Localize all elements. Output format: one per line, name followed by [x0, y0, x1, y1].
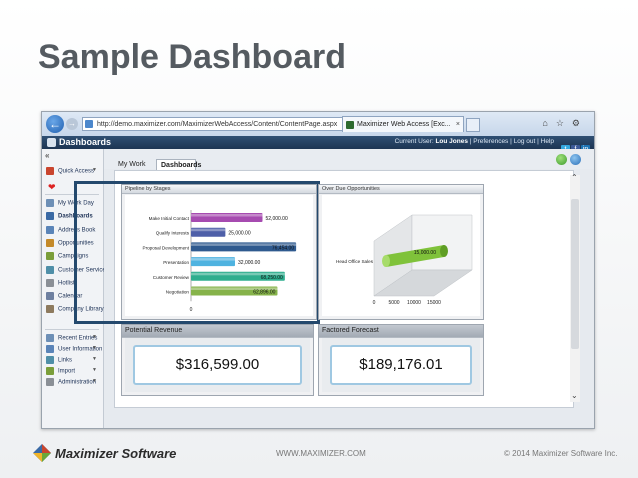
- footer-brand: Maximizer Software: [55, 446, 177, 461]
- forward-arrow-icon[interactable]: →: [66, 118, 78, 130]
- x-tick-label: 5000: [388, 300, 399, 306]
- sidebar-item-user-information[interactable]: User Information ▼: [46, 345, 102, 353]
- panel-title: Factored Forecast: [319, 325, 483, 338]
- bar-start-cap: [382, 255, 390, 267]
- overdue-3d-bar-chart: Head Office Sales 15,000.00 0 5000 10000 1500…: [336, 214, 473, 306]
- nav-icon: [46, 367, 54, 375]
- preferences-link[interactable]: Preferences: [473, 138, 508, 145]
- overdue-panel[interactable]: Over Due Opportunities Head Office Sales…: [318, 184, 484, 320]
- current-user-label: Current User:: [394, 138, 434, 145]
- header-links: Current User: Lou Jones | Preferences | …: [394, 138, 554, 145]
- nav-icon: [46, 212, 54, 221]
- nav-icon: [46, 265, 54, 274]
- sidebar-item-label: Administration: [58, 379, 97, 386]
- nav-icon: [46, 345, 54, 353]
- quick-access-menu[interactable]: Quick Access ▼: [46, 167, 97, 175]
- star-icon[interactable]: ☆: [556, 118, 572, 128]
- potential-revenue-panel[interactable]: Potential Revenue $316,599.00: [121, 324, 314, 396]
- nav-icon: [46, 225, 54, 234]
- browser-tool-icons: ⌂☆⚙: [542, 118, 588, 129]
- chevron-down-icon: ▼: [92, 167, 97, 173]
- sidebar-item-recent-entries[interactable]: Recent Entries ▼: [46, 334, 97, 342]
- vertical-scrollbar[interactable]: ⌃ ⌄: [570, 173, 580, 402]
- chevron-down-icon: ▼: [92, 367, 97, 373]
- sidebar-item-import[interactable]: Import ▼: [46, 367, 97, 375]
- address-bar[interactable]: http://demo.maximizer.com/MaximizerWebAc…: [82, 117, 378, 131]
- app-header: Dashboards Current User: Lou Jones | Pre…: [42, 136, 594, 154]
- selected-panel-outline: [74, 181, 320, 324]
- heart-icon[interactable]: ❤: [48, 182, 56, 193]
- collapse-sidebar-icon[interactable]: «: [45, 151, 49, 160]
- dashboard-tabs: My Work Day Dashboards: [104, 149, 594, 179]
- footer-url[interactable]: WWW.MAXIMIZER.COM: [276, 449, 366, 458]
- factored-forecast-panel[interactable]: Factored Forecast $189,176.01: [318, 324, 484, 396]
- browser-tab[interactable]: Maximizer Web Access [Exc... ×: [342, 116, 464, 132]
- panel-title: Potential Revenue: [122, 325, 313, 338]
- sidebar-item-administration[interactable]: Administration ▼: [46, 378, 97, 386]
- app-logo-icon: [47, 138, 56, 147]
- nav-icon: [46, 278, 54, 287]
- chevron-down-icon: ▼: [92, 334, 97, 340]
- help-icon[interactable]: [570, 154, 581, 165]
- help-link[interactable]: Help: [541, 138, 554, 145]
- gear-icon[interactable]: ⚙: [572, 118, 588, 128]
- nav-icon: [46, 252, 54, 261]
- panel-title: Over Due Opportunities: [319, 185, 483, 194]
- nav-icon: [46, 238, 54, 247]
- nav-icon: [46, 356, 54, 364]
- browser-tab-title: Maximizer Web Access [Exc...: [357, 121, 451, 128]
- potential-revenue-value: $316,599.00: [175, 356, 260, 373]
- tab-favicon-icon: [346, 121, 354, 129]
- quick-access-label: Quick Access: [58, 168, 95, 175]
- logout-link[interactable]: Log out: [514, 138, 536, 145]
- nav-icon: [46, 378, 54, 386]
- nav-icon: [46, 199, 54, 207]
- divider: [45, 329, 99, 330]
- new-tab-button[interactable]: [466, 118, 480, 132]
- sidebar-item-links[interactable]: Links ▼: [46, 356, 97, 364]
- category-label: Head Office Sales: [336, 259, 374, 264]
- chevron-down-icon: ▼: [92, 356, 97, 362]
- x-tick-label: 15000: [427, 300, 441, 306]
- slide-title: Sample Dashboard: [38, 38, 346, 76]
- scroll-thumb[interactable]: [571, 199, 579, 349]
- bar-end-cap: [440, 245, 448, 257]
- home-icon[interactable]: ⌂: [542, 118, 555, 128]
- tab-my-work-day[interactable]: My Work Day: [114, 159, 156, 179]
- footer-copyright: © 2014 Maximizer Software Inc.: [504, 449, 618, 458]
- x-tick-label: 10000: [407, 300, 421, 306]
- x-tick-label: 0: [373, 300, 376, 306]
- chevron-down-icon: ▼: [92, 345, 97, 351]
- browser-toolbar: ← → http://demo.maximizer.com/MaximizerW…: [42, 112, 594, 136]
- sidebar-item-label: Links: [58, 357, 73, 364]
- tab-dashboards[interactable]: Dashboards: [156, 159, 201, 170]
- scroll-up-icon[interactable]: ⌃: [571, 173, 578, 182]
- sidebar-item-label: Hotlist: [58, 280, 75, 287]
- chevron-down-icon: ▼: [92, 378, 97, 384]
- factored-forecast-value: $189,176.01: [359, 356, 443, 373]
- scroll-down-icon[interactable]: ⌄: [571, 391, 578, 400]
- back-arrow-icon[interactable]: ←: [46, 115, 64, 133]
- maximizer-logo-icon: [33, 444, 51, 462]
- factored-forecast-body: $189,176.01: [322, 338, 480, 392]
- current-user-name[interactable]: Lou Jones: [435, 138, 468, 145]
- overdue-chart-area: Head Office Sales 15,000.00 0 5000 10000 1500…: [322, 195, 480, 316]
- potential-revenue-body: $316,599.00: [125, 338, 310, 392]
- back-wall: [411, 214, 473, 271]
- app-title: Dashboards: [59, 137, 112, 147]
- sidebar-item-label: Import: [58, 368, 76, 375]
- nav-icon: [46, 334, 54, 342]
- nav-icon: [46, 305, 54, 314]
- kpi-box: $316,599.00: [133, 345, 302, 385]
- site-icon: [85, 120, 93, 128]
- tab-close-icon[interactable]: ×: [456, 117, 460, 132]
- nav-icon: [46, 292, 54, 301]
- kpi-box: $189,176.01: [330, 345, 472, 385]
- sidebar-item-hotlist[interactable]: Hotlist: [46, 278, 75, 287]
- refresh-icon[interactable]: [556, 154, 567, 165]
- quick-access-icon: [46, 167, 54, 175]
- data-label: 15,000.00: [414, 250, 436, 256]
